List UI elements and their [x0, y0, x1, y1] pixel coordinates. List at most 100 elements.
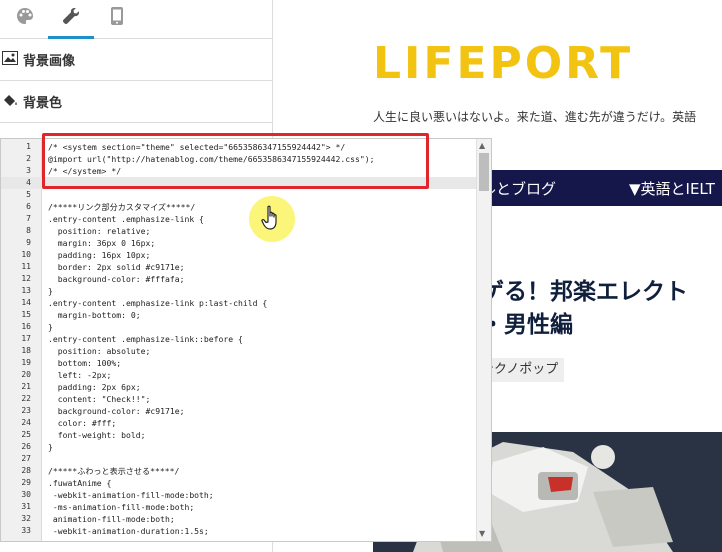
code-text: /*****リンク部分カスタマイズ*****/	[48, 202, 196, 212]
line-number: 11	[21, 262, 31, 271]
code-line[interactable]: 7 .entry-content .emphasize-link {	[1, 213, 479, 225]
tab-design[interactable]	[2, 0, 48, 36]
code-text: content: "Check!!";	[48, 394, 151, 404]
line-number: 22	[21, 394, 31, 403]
blog-tagline: 人生に良い悪いはないよ。来た道、進む先が違うだけ。英語	[373, 110, 697, 124]
code-text: position: absolute;	[48, 346, 151, 356]
tab-customize[interactable]	[48, 0, 94, 39]
code-text: border: 2px solid #c9171e;	[48, 262, 185, 272]
code-line[interactable]: 8 position: relative;	[1, 225, 479, 237]
scrollbar-thumb[interactable]	[479, 153, 489, 191]
nav-item[interactable]: ▼英語とIELT	[629, 178, 715, 199]
code-text: .entry-content .emphasize-link {	[48, 214, 204, 224]
line-number: 27	[21, 454, 31, 463]
line-number: 21	[21, 382, 31, 391]
section-background-color[interactable]: 背景色	[0, 81, 272, 123]
line-number: 31	[21, 502, 31, 511]
editor-scrollbar[interactable]: ▲ ▼	[476, 139, 491, 541]
code-line[interactable]: 22 content: "Check!!";	[1, 393, 479, 405]
line-number: 12	[21, 274, 31, 283]
mobile-icon	[109, 6, 125, 30]
line-number: 18	[21, 346, 31, 355]
code-line[interactable]: 29 .fuwatAnime {	[1, 477, 479, 489]
paint-bucket-icon	[2, 92, 18, 112]
code-line[interactable]: 25 font-weight: bold;	[1, 429, 479, 441]
line-number: 9	[26, 238, 31, 247]
line-number: 25	[21, 430, 31, 439]
highlight-box	[42, 133, 429, 189]
section-background-image[interactable]: 背景画像	[0, 39, 272, 81]
code-text: animation-fill-mode:both;	[48, 514, 175, 524]
line-number: 32	[21, 514, 31, 523]
line-number: 7	[26, 214, 31, 223]
code-text: -webkit-animation-duration:1.5s;	[48, 526, 209, 536]
code-line[interactable]: 11 border: 2px solid #c9171e;	[1, 261, 479, 273]
code-line[interactable]: 6 /*****リンク部分カスタマイズ*****/	[1, 201, 479, 213]
line-number: 6	[26, 202, 31, 211]
code-text: }	[48, 286, 53, 296]
code-line[interactable]: 17 .entry-content .emphasize-link::before…	[1, 333, 479, 345]
code-line[interactable]: 14 .entry-content .emphasize-link p:last-…	[1, 297, 479, 309]
code-text: .entry-content .emphasize-link p:last-ch…	[48, 298, 268, 308]
code-line[interactable]: 33 -webkit-animation-duration:1.5s;	[1, 525, 479, 537]
code-line[interactable]: 13}	[1, 285, 479, 297]
line-number: 5	[26, 190, 31, 199]
code-line[interactable]: 31 -ms-animation-fill-mode:both;	[1, 501, 479, 513]
code-line[interactable]: 5	[1, 189, 479, 201]
line-number: 8	[26, 226, 31, 235]
line-number: 26	[21, 442, 31, 451]
code-line[interactable]: 20 left: -2px;	[1, 369, 479, 381]
article-title[interactable]: ゲる！邦楽エレクト ・男性編	[481, 276, 688, 342]
line-number: 30	[21, 490, 31, 499]
code-line[interactable]: 30 -webkit-animation-fill-mode:both;	[1, 489, 479, 501]
line-number: 2	[26, 154, 31, 163]
css-code-editor[interactable]: 1/* <system section="theme" selected="66…	[0, 138, 492, 542]
line-number: 17	[21, 334, 31, 343]
code-text: }	[48, 442, 53, 452]
line-number: 15	[21, 310, 31, 319]
line-number: 13	[21, 286, 31, 295]
hand-pointer-icon	[261, 205, 283, 235]
line-number: 23	[21, 406, 31, 415]
code-line[interactable]: 18 position: absolute;	[1, 345, 479, 357]
line-number: 24	[21, 418, 31, 427]
code-line[interactable]: 32 animation-fill-mode:both;	[1, 513, 479, 525]
article-title-line: ゲる！邦楽エレクト	[481, 279, 688, 305]
code-line[interactable]: 15 margin-bottom: 0;	[1, 309, 479, 321]
blog-logo[interactable]: LIFEPORT	[373, 38, 633, 89]
nav-item[interactable]: ルとブログ	[481, 178, 556, 199]
code-text: bottom: 100%;	[48, 358, 122, 368]
code-text: background-color: #fffafa;	[48, 274, 185, 284]
wrench-icon	[61, 6, 81, 30]
section-label: 背景色	[23, 96, 63, 111]
code-line[interactable]: 9 margin: 36px 0 16px;	[1, 237, 479, 249]
code-line[interactable]: 19 bottom: 100%;	[1, 357, 479, 369]
code-text: background-color: #c9171e;	[48, 406, 185, 416]
code-line[interactable]: 16}	[1, 321, 479, 333]
code-text: /*****ふわっと表示させる*****/	[48, 466, 180, 476]
code-text: margin: 36px 0 16px;	[48, 238, 156, 248]
code-text: left: -2px;	[48, 370, 112, 380]
sidebar-tabs	[0, 0, 272, 39]
code-text: -ms-animation-fill-mode:both;	[48, 502, 195, 512]
tab-smartphone[interactable]	[94, 0, 140, 36]
line-number: 3	[26, 166, 31, 175]
code-line[interactable]: 23 background-color: #c9171e;	[1, 405, 479, 417]
code-line[interactable]: 21 padding: 2px 6px;	[1, 381, 479, 393]
code-line[interactable]: 24 color: #fff;	[1, 417, 479, 429]
image-icon	[2, 50, 18, 69]
code-line[interactable]: 28 /*****ふわっと表示させる*****/	[1, 465, 479, 477]
category-tag[interactable]: テクノポップ	[481, 358, 565, 382]
article-title-line: ・男性編	[481, 312, 573, 338]
code-text: font-weight: bold;	[48, 430, 146, 440]
code-line[interactable]: 26}	[1, 441, 479, 453]
line-number: 28	[21, 466, 31, 475]
code-text: .fuwatAnime {	[48, 478, 112, 488]
code-text: padding: 16px 10px;	[48, 250, 151, 260]
code-line[interactable]: 12 background-color: #fffafa;	[1, 273, 479, 285]
code-line[interactable]: 10 padding: 16px 10px;	[1, 249, 479, 261]
code-text: position: relative;	[48, 226, 151, 236]
code-line[interactable]: 27	[1, 453, 479, 465]
scroll-down-icon[interactable]: ▼	[479, 529, 485, 538]
scroll-up-icon[interactable]: ▲	[479, 141, 485, 150]
